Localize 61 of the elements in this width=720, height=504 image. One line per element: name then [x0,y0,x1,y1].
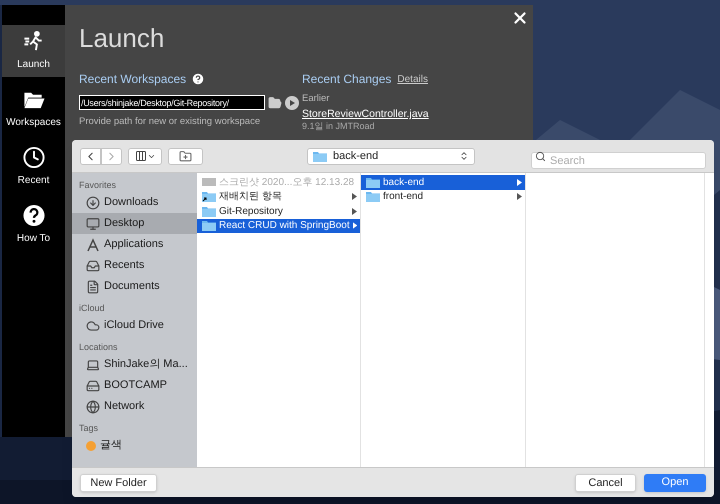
folder-icon [366,176,380,188]
sidebar-item[interactable]: Network [72,396,197,417]
sidebar-heading: iCloud [78,302,106,315]
search-icon [535,150,546,162]
details-link[interactable]: Details [397,72,428,86]
help-icon [20,204,46,227]
sidebar-item[interactable]: Desktop [72,213,197,234]
tray-icon [86,258,100,272]
sidebar-item[interactable]: 귤색 [72,435,197,456]
file-row[interactable]: back-end [361,175,525,190]
clock-icon [20,146,46,169]
section-heading: Recent Workspaces [79,71,186,88]
file-meta: 9.1일 in JMTRoad [302,121,375,131]
sidebar-item[interactable]: ShinJake의 Ma... [72,354,197,375]
group-label: Earlier [302,93,330,104]
download-icon [86,196,100,210]
sidebar-item[interactable]: Applications [72,234,197,255]
nav-item[interactable]: Launch [2,25,65,77]
sidebar-heading: Tags [78,422,100,435]
open-button[interactable]: Open [644,474,706,492]
back-button[interactable] [80,148,101,164]
folder-icon [202,191,216,202]
folder-icon[interactable] [268,96,282,110]
monitor-icon [86,216,100,230]
folder-icon [313,150,327,162]
file-link[interactable]: StoreReviewController.java [302,108,429,120]
sidebar-item[interactable]: Recents [72,255,197,276]
sidebar-item[interactable]: BOOTCAMP [72,375,197,396]
play-icon[interactable] [285,96,299,110]
path-field[interactable]: /Users/shinjake/Desktop/Git-Repository/ [79,95,265,110]
file-row[interactable]: front-end [361,190,525,204]
globe-icon [86,400,100,414]
cloud-icon [86,318,100,332]
new-folder-button[interactable] [168,148,203,164]
section-heading: Recent Changes [302,71,392,88]
new-folder-button[interactable]: New Folder [80,474,157,492]
sidebar-item[interactable]: iCloud Drive [72,315,197,336]
hint-text: Provide path for new or existing workspace [79,115,262,129]
folder-plus-icon [179,150,192,162]
apps-icon [86,238,100,252]
folder-icon [202,206,216,217]
laptop-icon [86,358,100,372]
file-icon [202,178,216,186]
help-icon[interactable] [191,72,206,86]
cancel-button[interactable]: Cancel [575,474,636,492]
file-row[interactable]: React CRUD with SpringBoot [197,218,360,233]
folder-icon [202,220,216,232]
document-icon [86,280,100,294]
columns-icon [134,150,146,162]
folder-icon [366,191,380,202]
page-title: Launch [79,25,166,51]
sidebar-heading: Favorites [78,179,118,192]
file-row[interactable]: Git-Repository [197,204,360,218]
file-row[interactable]: 재배치된 항목 [197,190,360,204]
sidebar-item[interactable]: Documents [72,276,197,297]
location-popup[interactable]: back-end [307,148,475,164]
sidebar-heading: Locations [78,341,119,354]
updown-icon [459,151,469,161]
view-button[interactable] [128,148,162,164]
sidebar-item[interactable]: Downloads [72,192,197,213]
search-field[interactable]: Search [531,152,706,169]
